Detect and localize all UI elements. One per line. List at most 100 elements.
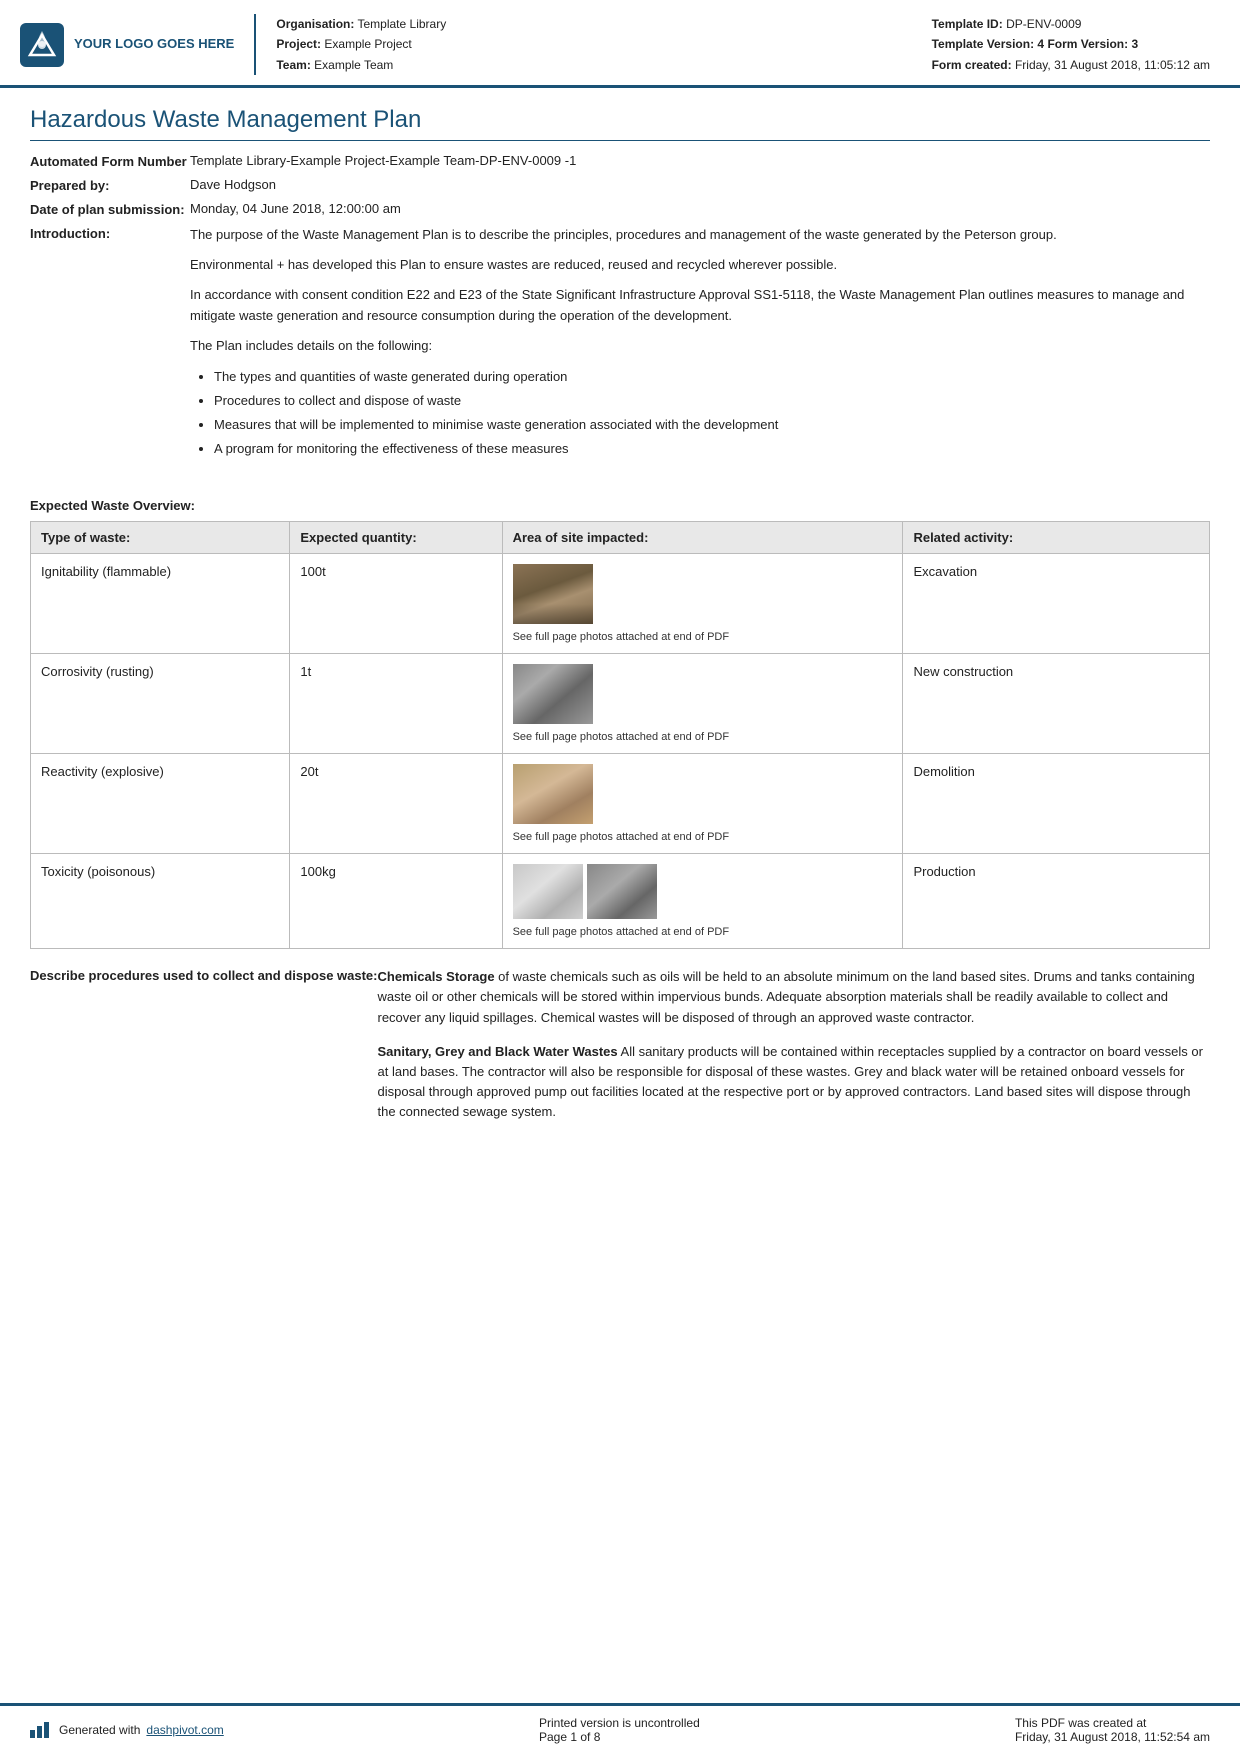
form-number-value: Template Library-Example Project-Example… <box>190 153 1210 168</box>
waste-type-1: Ignitability (flammable) <box>31 554 290 654</box>
template-id-label: Template ID: <box>932 17 1003 31</box>
prepared-by-value: Dave Hodgson <box>190 177 1210 192</box>
form-number-label: Automated Form Number <box>30 153 190 169</box>
prepared-by-label: Prepared by: <box>30 177 190 193</box>
photo-production-2 <box>587 864 657 919</box>
bullet-item: Procedures to collect and dispose of was… <box>214 390 1210 412</box>
waste-area-3: See full page photos attached at end of … <box>502 754 903 854</box>
col-header-activity: Related activity: <box>903 522 1210 554</box>
footer-right-date: Friday, 31 August 2018, 11:52:54 am <box>1015 1730 1210 1744</box>
photo-construction <box>513 664 593 724</box>
project-value: Example Project <box>324 37 411 51</box>
project-label: Project: <box>276 37 321 51</box>
template-version-label: Template Version: 4 Form Version: 3 <box>932 37 1139 51</box>
intro-para-3: In accordance with consent condition E22… <box>190 285 1210 325</box>
logo-icon <box>20 23 64 67</box>
org-value: Template Library <box>358 17 447 31</box>
form-created-label: Form created: <box>932 58 1012 72</box>
form-number-row: Automated Form Number Template Library-E… <box>30 153 1210 169</box>
bullet-item: The types and quantities of waste genera… <box>214 366 1210 388</box>
waste-area-4: See full page photos attached at end of … <box>502 854 903 949</box>
page-title: Hazardous Waste Management Plan <box>30 106 1210 141</box>
photo-production-1 <box>513 864 583 919</box>
waste-activity-1: Excavation <box>903 554 1210 654</box>
photo-caption-4: See full page photos attached at end of … <box>513 926 893 938</box>
bullet-list: The types and quantities of waste genera… <box>214 366 1210 460</box>
col-header-area: Area of site impacted: <box>502 522 903 554</box>
photo-caption-1: See full page photos attached at end of … <box>513 631 893 643</box>
footer-right: This PDF was created at Friday, 31 Augus… <box>1015 1716 1210 1744</box>
waste-overview-section: Expected Waste Overview: Type of waste: … <box>30 498 1210 949</box>
header-meta: Organisation: Template Library Project: … <box>276 14 1210 75</box>
main-content: Hazardous Waste Management Plan Automate… <box>0 88 1240 1703</box>
table-row: Reactivity (explosive) 20t See full page… <box>31 754 1210 854</box>
waste-type-2: Corrosivity (rusting) <box>31 654 290 754</box>
describe-para-2: Sanitary, Grey and Black Water Wastes Al… <box>378 1042 1211 1123</box>
logo-area: YOUR LOGO GOES HERE <box>20 14 256 75</box>
header-col-left: Organisation: Template Library Project: … <box>276 14 446 75</box>
photo-caption-2: See full page photos attached at end of … <box>513 731 893 743</box>
waste-activity-4: Production <box>903 854 1210 949</box>
table-row: Ignitability (flammable) 100t See full p… <box>31 554 1210 654</box>
bar-medium <box>37 1726 42 1738</box>
table-row: Corrosivity (rusting) 1t See full page p… <box>31 654 1210 754</box>
table-header-row: Type of waste: Expected quantity: Area o… <box>31 522 1210 554</box>
page: YOUR LOGO GOES HERE Organisation: Templa… <box>0 0 1240 1754</box>
intro-para-2: Environmental + has developed this Plan … <box>190 255 1210 275</box>
photo-excavation <box>513 564 593 624</box>
waste-activity-2: New construction <box>903 654 1210 754</box>
intro-para-4: The Plan includes details on the followi… <box>190 336 1210 356</box>
sanitary-bold: Sanitary, Grey and Black Water Wastes <box>378 1044 618 1059</box>
waste-qty-4: 100kg <box>290 854 502 949</box>
waste-table: Type of waste: Expected quantity: Area o… <box>30 521 1210 949</box>
footer-link[interactable]: dashpivot.com <box>146 1723 223 1737</box>
waste-type-4: Toxicity (poisonous) <box>31 854 290 949</box>
footer-page: Page 1 of 8 <box>539 1730 700 1744</box>
waste-activity-3: Demolition <box>903 754 1210 854</box>
waste-qty-1: 100t <box>290 554 502 654</box>
photo-caption-3: See full page photos attached at end of … <box>513 831 893 843</box>
form-created-value: Friday, 31 August 2018, 11:05:12 am <box>1015 58 1210 72</box>
waste-table-title: Expected Waste Overview: <box>30 498 1210 513</box>
team-label: Team: <box>276 58 310 72</box>
describe-section: Describe procedures used to collect and … <box>30 967 1210 1136</box>
intro-row: Introduction: The purpose of the Waste M… <box>30 225 1210 482</box>
footer-center: Printed version is uncontrolled Page 1 o… <box>539 1716 700 1744</box>
waste-qty-2: 1t <box>290 654 502 754</box>
bar-short <box>30 1730 35 1738</box>
template-id-value: DP-ENV-0009 <box>1006 17 1081 31</box>
date-label: Date of plan submission: <box>30 201 190 217</box>
chemicals-storage-bold: Chemicals Storage <box>378 969 495 984</box>
table-row: Toxicity (poisonous) 100kg See full page… <box>31 854 1210 949</box>
col-header-type: Type of waste: <box>31 522 290 554</box>
team-value: Example Team <box>314 58 393 72</box>
describe-value: Chemicals Storage of waste chemicals suc… <box>378 967 1211 1136</box>
date-row: Date of plan submission: Monday, 04 June… <box>30 201 1210 217</box>
waste-type-3: Reactivity (explosive) <box>31 754 290 854</box>
bar-tall <box>44 1722 49 1738</box>
logo-text: YOUR LOGO GOES HERE <box>74 36 234 53</box>
waste-area-2: See full page photos attached at end of … <box>502 654 903 754</box>
prepared-by-row: Prepared by: Dave Hodgson <box>30 177 1210 193</box>
intro-value: The purpose of the Waste Management Plan… <box>190 225 1210 470</box>
header-col-right: Template ID: DP-ENV-0009 Template Versio… <box>932 14 1210 75</box>
describe-label: Describe procedures used to collect and … <box>30 967 378 1136</box>
generated-text: Generated with <box>59 1723 140 1737</box>
footer: Generated with dashpivot.com Printed ver… <box>0 1703 1240 1754</box>
footer-left: Generated with dashpivot.com <box>30 1722 224 1738</box>
org-label: Organisation: <box>276 17 354 31</box>
waste-qty-3: 20t <box>290 754 502 854</box>
chemicals-storage-text: of waste chemicals such as oils will be … <box>378 969 1195 1024</box>
footer-uncontrolled: Printed version is uncontrolled <box>539 1716 700 1730</box>
intro-para-1: The purpose of the Waste Management Plan… <box>190 225 1210 245</box>
header: YOUR LOGO GOES HERE Organisation: Templa… <box>0 0 1240 88</box>
date-value: Monday, 04 June 2018, 12:00:00 am <box>190 201 1210 216</box>
footer-right-text: This PDF was created at <box>1015 1716 1210 1730</box>
bullet-item: A program for monitoring the effectivene… <box>214 438 1210 460</box>
footer-logo-icon <box>30 1722 49 1738</box>
describe-para-1: Chemicals Storage of waste chemicals suc… <box>378 967 1211 1027</box>
photo-demolition <box>513 764 593 824</box>
form-fields: Automated Form Number Template Library-E… <box>30 153 1210 482</box>
intro-label: Introduction: <box>30 225 190 241</box>
bullet-item: Measures that will be implemented to min… <box>214 414 1210 436</box>
